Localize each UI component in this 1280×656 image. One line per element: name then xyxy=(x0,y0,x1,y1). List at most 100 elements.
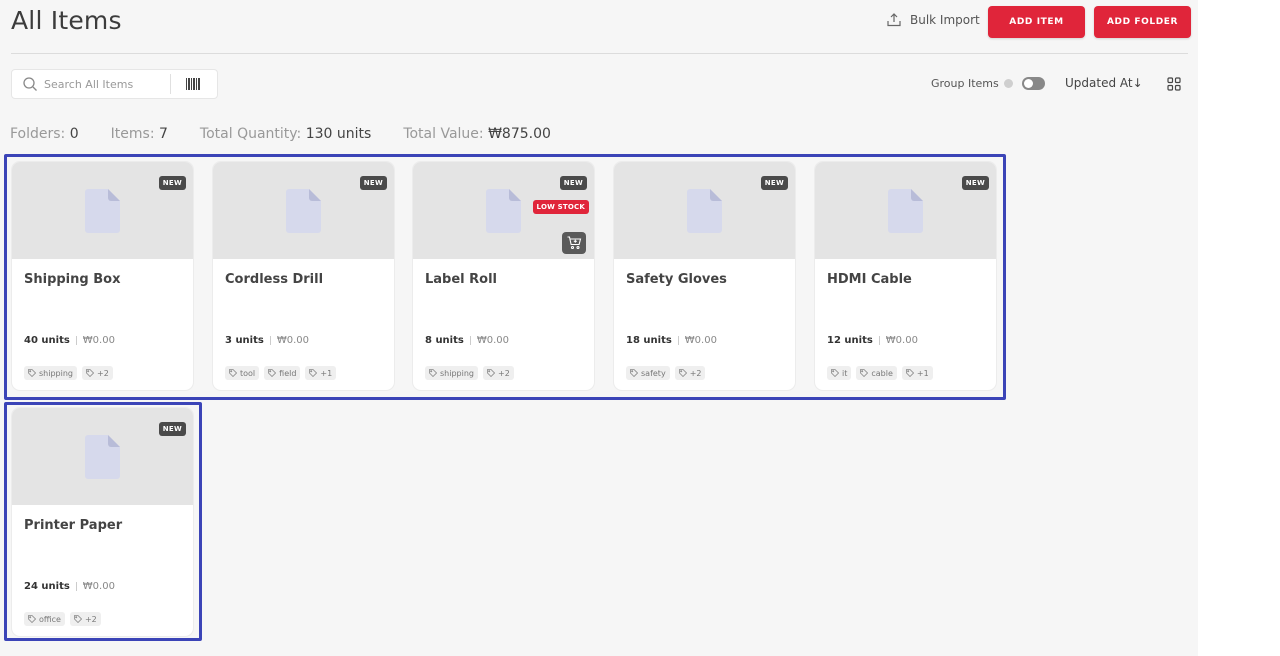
item-card[interactable]: NEW Shipping Box 40 units ₩0.00 shipping… xyxy=(12,162,193,390)
new-badge: NEW xyxy=(961,176,989,190)
meta-separator xyxy=(269,336,271,345)
tag-chip[interactable]: it xyxy=(827,366,852,380)
tag-chip[interactable]: +2 xyxy=(674,366,706,380)
tag-label: +2 xyxy=(498,368,510,378)
tag-label: field xyxy=(279,368,297,378)
toggle-knob xyxy=(1023,79,1033,88)
item-name: Cordless Drill xyxy=(225,272,324,287)
tag-chip[interactable]: tool xyxy=(225,366,260,380)
item-tags: safety +2 xyxy=(626,366,706,380)
add-folder-button[interactable]: ADD FOLDER xyxy=(1094,6,1191,38)
tag-chip[interactable]: field xyxy=(264,366,301,380)
item-card[interactable]: NEW HDMI Cable 12 units ₩0.00 it cable +… xyxy=(815,162,996,390)
item-price: ₩0.00 xyxy=(476,335,509,346)
item-name: Label Roll xyxy=(425,272,498,287)
item-card[interactable]: NEW Safety Gloves 18 units ₩0.00 safety … xyxy=(614,162,795,390)
item-price: ₩0.00 xyxy=(885,335,918,346)
upload-icon xyxy=(887,13,901,27)
stat-quantity-label: Total Quantity: xyxy=(199,126,302,142)
tag-icon xyxy=(86,369,94,377)
search-input[interactable] xyxy=(44,77,164,91)
bulk-import-button[interactable]: Bulk Import xyxy=(886,12,980,28)
file-placeholder-icon xyxy=(85,435,120,479)
tag-icon xyxy=(74,615,82,623)
tag-label: +2 xyxy=(689,368,702,378)
info-icon[interactable] xyxy=(1003,79,1013,88)
search-separator xyxy=(170,74,171,94)
group-items-label: Group Items xyxy=(931,77,999,90)
tag-chip[interactable]: +2 xyxy=(69,612,101,626)
meta-separator xyxy=(75,336,77,345)
tag-icon xyxy=(905,369,914,377)
tag-label: shipping xyxy=(440,368,474,378)
item-thumbnail: NEW xyxy=(614,162,795,259)
tag-label: tool xyxy=(240,368,256,378)
page-title: All Items xyxy=(11,6,122,35)
new-badge: NEW xyxy=(359,176,387,190)
low-stock-badge: LOW STOCK xyxy=(532,200,589,214)
item-card[interactable]: NEW Printer Paper 24 units ₩0.00 office … xyxy=(12,408,193,636)
item-price: ₩0.00 xyxy=(82,581,115,592)
stat-items-label: Items: xyxy=(110,126,155,142)
tag-chip[interactable]: +1 xyxy=(305,366,337,380)
reorder-cart-button[interactable] xyxy=(562,232,586,254)
tag-icon xyxy=(860,369,869,377)
barcode-scan-icon[interactable] xyxy=(185,77,201,91)
new-badge: NEW xyxy=(760,176,788,190)
tag-icon xyxy=(28,615,36,623)
stat-value-value: ₩875.00 xyxy=(488,126,551,142)
tag-chip[interactable]: +1 xyxy=(901,366,933,380)
grid-view-icon[interactable] xyxy=(1167,77,1181,91)
tag-label: +1 xyxy=(916,368,929,378)
item-card[interactable]: NEW Cordless Drill 3 units ₩0.00 tool fi… xyxy=(213,162,394,390)
item-quantity: 40 units xyxy=(24,335,70,346)
item-meta: 8 units ₩0.00 xyxy=(425,335,509,346)
tag-icon xyxy=(309,369,318,377)
group-items-toggle[interactable] xyxy=(1021,77,1045,90)
tag-icon xyxy=(487,369,495,377)
item-price: ₩0.00 xyxy=(82,335,115,346)
tag-chip[interactable]: office xyxy=(24,612,65,626)
tag-chip[interactable]: +2 xyxy=(82,366,113,380)
stat-quantity: Total Quantity: 130 units xyxy=(200,126,371,142)
header-divider xyxy=(11,53,1188,54)
tag-chip[interactable]: +2 xyxy=(483,366,514,380)
item-quantity: 12 units xyxy=(827,335,873,346)
tag-chip[interactable]: cable xyxy=(856,366,897,380)
item-meta: 12 units ₩0.00 xyxy=(827,335,918,346)
stat-items: Items: 7 xyxy=(111,126,168,142)
new-badge: NEW xyxy=(158,176,186,190)
file-placeholder-icon xyxy=(286,189,321,233)
group-items-control: Group Items xyxy=(931,77,1045,90)
tag-label: cable xyxy=(871,368,893,378)
file-placeholder-icon xyxy=(486,189,521,233)
item-thumbnail: NEW xyxy=(213,162,394,259)
item-thumbnail: NEW xyxy=(815,162,996,259)
inventory-stats: Folders: 0 Items: 7 Total Quantity: 130 … xyxy=(10,126,583,142)
tag-icon xyxy=(229,369,237,377)
tag-label: +2 xyxy=(97,368,109,378)
item-thumbnail: NEW xyxy=(12,162,193,259)
tag-chip[interactable]: shipping xyxy=(24,366,77,380)
tag-label: shipping xyxy=(39,368,73,378)
item-quantity: 8 units xyxy=(425,335,464,346)
item-card[interactable]: NEW LOW STOCK Label Roll 8 units ₩0.00 s… xyxy=(413,162,594,390)
item-meta: 18 units ₩0.00 xyxy=(626,335,717,346)
bulk-import-label: Bulk Import xyxy=(910,13,980,27)
search-bar xyxy=(11,69,218,99)
item-price: ₩0.00 xyxy=(276,335,309,346)
stat-value: Total Value: ₩875.00 xyxy=(403,126,551,142)
tag-label: it xyxy=(842,368,848,378)
sort-dropdown[interactable]: Updated At↓ xyxy=(1065,76,1143,90)
add-item-button[interactable]: ADD ITEM xyxy=(988,6,1085,38)
stat-folders-value: 0 xyxy=(69,126,79,142)
tag-label: office xyxy=(39,614,61,624)
file-placeholder-icon xyxy=(85,189,120,233)
tag-label: +1 xyxy=(320,368,333,378)
tag-chip[interactable]: shipping xyxy=(425,366,478,380)
item-tags: shipping +2 xyxy=(425,366,514,380)
item-name: Shipping Box xyxy=(24,272,121,287)
tag-chip[interactable]: safety xyxy=(626,366,670,380)
tag-icon xyxy=(429,369,437,377)
item-name: Printer Paper xyxy=(24,518,123,533)
